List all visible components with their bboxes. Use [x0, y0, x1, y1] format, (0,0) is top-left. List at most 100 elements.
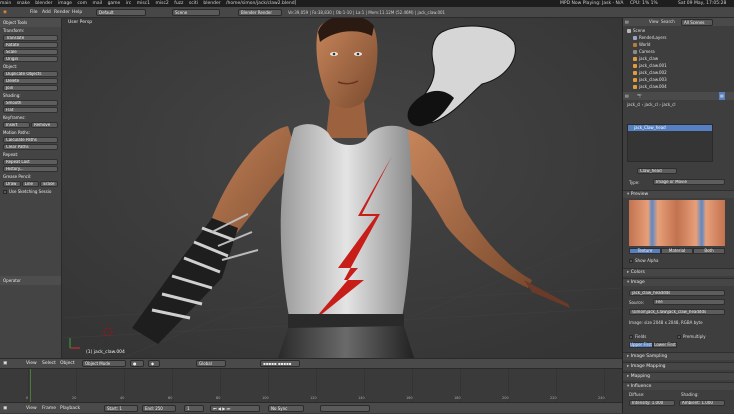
- outliner-search-menu[interactable]: Search: [661, 18, 675, 26]
- tool-shelf-title[interactable]: Object Tools: [0, 18, 61, 27]
- outliner-item[interactable]: jack_claw.004: [623, 84, 734, 90]
- os-tag-3[interactable]: blender: [35, 1, 52, 6]
- history-button[interactable]: History...: [3, 166, 58, 172]
- pivot-select[interactable]: ◆: [148, 360, 160, 367]
- draw-button[interactable]: Draw: [3, 181, 21, 187]
- preview-texture-tab[interactable]: Texture: [629, 248, 661, 254]
- show-alpha-checkbox[interactable]: [629, 259, 633, 263]
- operator-panel-header[interactable]: Operator: [0, 276, 61, 285]
- breadcrumb-item[interactable]: jack_cl: [627, 102, 640, 107]
- image-filepath-field[interactable]: \simon\jack_Claw\jack_claw_headdds: [629, 309, 725, 315]
- menu-add[interactable]: Add: [42, 7, 51, 18]
- preview-section-header[interactable]: Preview: [623, 190, 734, 198]
- rotate-button[interactable]: Rotate: [3, 42, 58, 48]
- outliner-item[interactable]: World: [623, 42, 734, 48]
- translate-button[interactable]: Translate: [3, 35, 58, 41]
- outliner-item[interactable]: RenderLayers: [623, 35, 734, 41]
- mode-select[interactable]: Object Mode: [82, 360, 126, 367]
- texture-tab-icon[interactable]: ▦: [719, 92, 725, 100]
- menu-file[interactable]: File: [30, 7, 38, 18]
- image-datablock-field[interactable]: jack_claw_headdds: [629, 290, 725, 296]
- os-tag-2[interactable]: snake: [17, 1, 30, 6]
- insert-keyframe-button[interactable]: Insert: [3, 122, 30, 128]
- 3d-viewport[interactable]: User Persp (1) jack_claw.004: [62, 18, 622, 358]
- os-tag-9[interactable]: misc1: [137, 1, 150, 6]
- texture-type-select[interactable]: Image or Movie: [653, 179, 725, 185]
- line-button[interactable]: Line: [21, 181, 40, 187]
- sketching-toggle[interactable]: Use Sketching Sessio: [0, 188, 61, 195]
- preview-material-tab[interactable]: Material: [661, 248, 693, 254]
- os-tag-12[interactable]: sciti: [189, 1, 198, 6]
- erase-button[interactable]: Erase: [40, 181, 59, 187]
- current-frame-field[interactable]: 1: [184, 405, 204, 412]
- preview-both-tab[interactable]: Both: [693, 248, 725, 254]
- os-tag-11[interactable]: fuzz: [174, 1, 183, 6]
- os-tag-4[interactable]: image: [58, 1, 72, 6]
- texture-slot-list[interactable]: jack_Claw_head: [627, 124, 713, 162]
- upper-first-button[interactable]: Upper First: [629, 342, 653, 348]
- fields-toggle[interactable]: Fields: [629, 334, 646, 339]
- texture-name-field[interactable]: Claw_head: [637, 168, 677, 174]
- duplicate-objects-button[interactable]: Duplicate Objects: [3, 71, 58, 77]
- show-alpha-toggle[interactable]: Show Alpha: [629, 258, 658, 263]
- influence-section-header[interactable]: Influence: [623, 382, 734, 390]
- calculate-paths-button[interactable]: Calculate Paths: [3, 137, 58, 143]
- scene-select[interactable]: Scene: [172, 9, 220, 16]
- outliner-item[interactable]: Scene: [623, 28, 734, 34]
- screen-layout-select[interactable]: Default: [96, 9, 146, 16]
- texture-slot-item[interactable]: jack_Claw_head: [628, 125, 712, 131]
- image-sampling-section-header[interactable]: Image Sampling: [623, 352, 734, 360]
- join-button[interactable]: Join: [3, 85, 58, 91]
- breadcrumb-item[interactable]: jack_cl: [662, 102, 675, 107]
- outliner-item[interactable]: jack_claw: [623, 56, 734, 62]
- image-mapping-section-header[interactable]: Image Mapping: [623, 362, 734, 370]
- os-tag-8[interactable]: irc: [126, 1, 131, 6]
- blender-logo-icon[interactable]: ◉: [3, 7, 7, 18]
- lower-first-button[interactable]: Lower First: [653, 342, 677, 348]
- sketching-checkbox[interactable]: [3, 190, 7, 194]
- clear-paths-button[interactable]: Clear Paths: [3, 144, 58, 150]
- premultiply-toggle[interactable]: Premultiply: [677, 334, 706, 339]
- smooth-button[interactable]: Smooth: [3, 100, 58, 106]
- layer-buttons[interactable]: ▪▪▪▪▪ ▪▪▪▪▪: [260, 360, 300, 367]
- timeline-frame-menu[interactable]: Frame: [42, 403, 56, 414]
- sync-select[interactable]: No Sync: [268, 405, 304, 412]
- transform-orientation-select[interactable]: Global: [196, 360, 226, 367]
- os-tag-10[interactable]: misc2: [155, 1, 168, 6]
- viewport-shading-select[interactable]: ●: [130, 360, 144, 367]
- intensity-slider[interactable]: Intensity: 1.000: [629, 400, 675, 406]
- render-tab-icon[interactable]: 📷: [637, 92, 642, 100]
- outliner-item[interactable]: jack_claw.003: [623, 77, 734, 83]
- keying-set-field[interactable]: [320, 405, 370, 412]
- remove-keyframe-button[interactable]: Remove: [31, 122, 58, 128]
- os-tag-6[interactable]: mail: [92, 1, 102, 6]
- os-tag-5[interactable]: com: [77, 1, 87, 6]
- end-frame-field[interactable]: End: 250: [142, 405, 176, 412]
- fields-checkbox[interactable]: [629, 335, 633, 339]
- playback-controls[interactable]: ⏮ ◀ ▶ ⏭: [210, 405, 260, 412]
- outliner-item[interactable]: jack_claw.002: [623, 70, 734, 76]
- breadcrumb-item[interactable]: jack_cl: [645, 102, 658, 107]
- outliner-editor-icon[interactable]: ▤: [625, 18, 629, 26]
- image-section-header[interactable]: Image: [623, 278, 734, 286]
- os-tag-13[interactable]: blender: [203, 1, 220, 6]
- outliner-view-menu[interactable]: View: [649, 18, 659, 26]
- image-source-select[interactable]: File: [653, 299, 725, 305]
- timeline-editor-icon[interactable]: ▣: [3, 403, 7, 414]
- outliner-filter-select[interactable]: All Scenes: [681, 19, 713, 26]
- delete-button[interactable]: Delete: [3, 78, 58, 84]
- os-tag-7[interactable]: game: [108, 1, 121, 6]
- start-frame-field[interactable]: Start: 1: [104, 405, 138, 412]
- outliner-item[interactable]: jack_claw.001: [623, 63, 734, 69]
- timeline-view-menu[interactable]: View: [26, 403, 37, 414]
- menu-render[interactable]: Render: [54, 7, 70, 18]
- flat-button[interactable]: Flat: [3, 107, 58, 113]
- menu-help[interactable]: Help: [72, 7, 82, 18]
- scale-button[interactable]: Scale: [3, 49, 58, 55]
- premultiply-checkbox[interactable]: [677, 335, 681, 339]
- ambient-slider[interactable]: Ambient: 1.000: [679, 400, 725, 406]
- render-engine-select[interactable]: Blender Render: [238, 9, 282, 16]
- mapping-section-header[interactable]: Mapping: [623, 372, 734, 380]
- colors-section-header[interactable]: Colors: [623, 268, 734, 276]
- timeline-playback-menu[interactable]: Playback: [60, 403, 80, 414]
